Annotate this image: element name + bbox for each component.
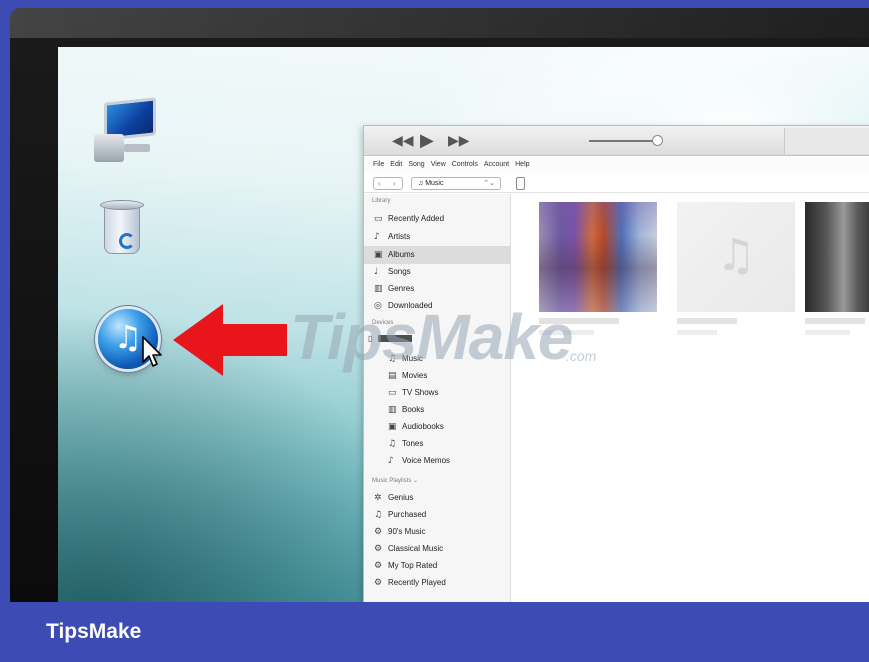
volume-slider[interactable] (589, 140, 659, 142)
brand-label: TipsMake (46, 620, 142, 643)
album-cover[interactable] (805, 202, 869, 312)
voice-memo-icon: ♪ (388, 456, 394, 466)
sidebar-item-songs[interactable]: ♩ Songs (374, 263, 411, 280)
itunes-titlebar: ◀◀ ▶ ▶▶ (364, 126, 869, 156)
previous-button[interactable]: ◀◀ (392, 131, 414, 151)
sidebar-item-genius[interactable]: ✲ Genius (374, 489, 413, 506)
album-artist-blurred (677, 330, 717, 335)
album-title-blurred (805, 318, 865, 324)
sidebar-item-recently-added[interactable]: ▭ Recently Added (374, 210, 444, 227)
recycle-bin-icon[interactable] (100, 200, 144, 256)
watermark-tld: .com (566, 348, 597, 364)
red-arrow-icon (173, 304, 287, 376)
toolbar: ‹ › ♫ Music ⌃⌄ (364, 173, 869, 193)
sidebar-item-genres[interactable]: ▥ Genres (374, 280, 414, 297)
genres-icon: ▥ (374, 284, 383, 294)
menu-edit[interactable]: Edit (390, 157, 402, 173)
genius-icon: ✲ (374, 493, 382, 503)
library-header: Library (372, 198, 391, 204)
menu-file[interactable]: File (373, 157, 384, 173)
album-grid: ♫ (512, 194, 869, 602)
sidebar-item-books[interactable]: ▥ Books (388, 401, 424, 418)
sidebar-item-tones[interactable]: ♫ Tones (388, 435, 423, 452)
smart-playlist-icon: ⚙ (374, 561, 383, 571)
calendar-icon: ▭ (374, 214, 383, 224)
media-kind-select[interactable]: ♫ Music ⌃⌄ (411, 177, 501, 190)
menu-controls[interactable]: Controls (452, 157, 478, 173)
sidebar-item-voice-memos[interactable]: ♪ Voice Memos (388, 452, 450, 469)
purchased-icon: ♫ (374, 510, 383, 520)
book-icon: ▥ (388, 405, 397, 415)
device-button[interactable] (516, 177, 525, 190)
menubar: File Edit Song View Controls Account Hel… (364, 157, 869, 173)
note-icon: ♩ (374, 267, 379, 277)
music-note-icon: ♫ (716, 230, 756, 281)
sidebar-item-90s-music[interactable]: ⚙ 90's Music (374, 523, 426, 540)
status-display (784, 128, 869, 154)
smart-playlist-icon: ⚙ (374, 544, 383, 554)
image-frame: ♫ ◀◀ ▶ ▶▶ File Edit Song View Controls A… (0, 0, 869, 662)
microphone-icon: ♪ (374, 232, 380, 242)
smart-playlist-icon: ⚙ (374, 578, 383, 588)
sidebar: Library ▭ Recently Added ♪ Artists ▣ Albums… (364, 194, 511, 602)
next-button[interactable]: ▶▶ (448, 131, 470, 151)
computer-icon[interactable] (90, 97, 160, 166)
sidebar-item-audiobooks[interactable]: ▣ Audiobooks (388, 418, 444, 435)
sidebar-item-recently-played[interactable]: ⚙ Recently Played (374, 574, 446, 591)
back-forward-buttons[interactable]: ‹ › (373, 177, 403, 190)
play-button[interactable]: ▶ (420, 131, 434, 151)
audiobook-icon: ▣ (388, 422, 397, 432)
tv-icon: ▭ (388, 388, 397, 398)
album-artist-blurred (805, 330, 850, 335)
smart-playlist-icon: ⚙ (374, 527, 383, 537)
menu-song[interactable]: Song (408, 157, 424, 173)
media-kind-label: Music (425, 180, 444, 187)
album-title-blurred (677, 318, 737, 324)
sidebar-item-purchased[interactable]: ♫ Purchased (374, 506, 426, 523)
sidebar-item-classical-music[interactable]: ⚙ Classical Music (374, 540, 443, 557)
watermark: TipsMake (290, 301, 573, 373)
menu-account[interactable]: Account (484, 157, 509, 173)
bell-icon: ♫ (388, 439, 397, 449)
album-cover[interactable] (539, 202, 657, 312)
mouse-cursor-icon (142, 336, 162, 367)
volume-knob[interactable] (652, 135, 663, 146)
menu-view[interactable]: View (431, 157, 446, 173)
sidebar-item-tv-shows[interactable]: ▭ TV Shows (388, 384, 438, 401)
footer-bar: TipsMake (0, 602, 869, 662)
sidebar-item-my-top-rated[interactable]: ⚙ My Top Rated (374, 557, 437, 574)
select-chevron-icon: ⌃⌄ (483, 180, 495, 187)
album-cover[interactable]: ♫ (677, 202, 795, 312)
sidebar-item-albums[interactable]: ▣ Albums (374, 246, 415, 263)
menu-help[interactable]: Help (515, 157, 529, 173)
album-icon: ▣ (374, 250, 383, 260)
sidebar-item-artists[interactable]: ♪ Artists (374, 228, 410, 245)
playlists-header[interactable]: Music Playlists ⌄ (372, 477, 418, 484)
